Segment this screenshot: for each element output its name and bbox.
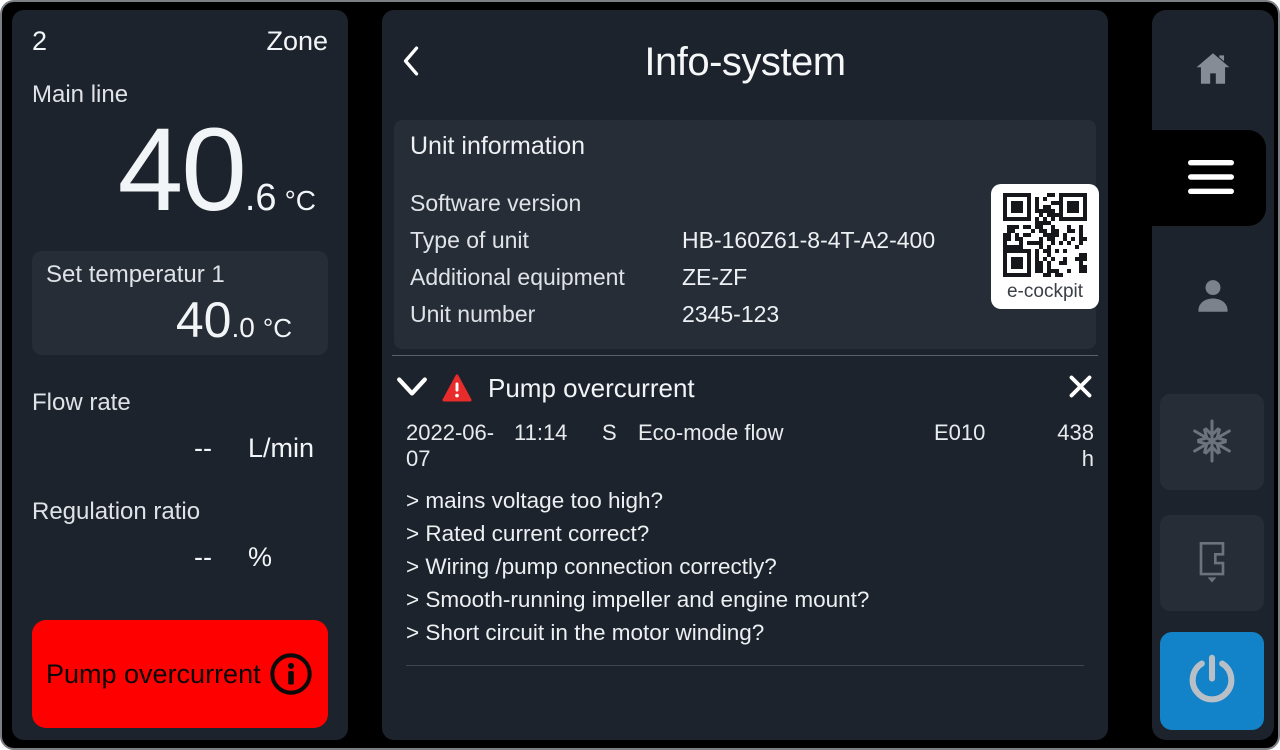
unit-information-title: Unit information [410, 132, 1080, 161]
regulation-ratio-unit: % [248, 542, 328, 573]
zone-label: Zone [266, 26, 328, 57]
alarm-title: Pump overcurrent [488, 373, 695, 404]
mold-button[interactable] [1160, 515, 1264, 611]
main-temp-unit: °C [285, 185, 316, 216]
qr-code-icon [1003, 264, 1087, 281]
regulation-ratio-label: Regulation ratio [32, 498, 328, 526]
flow-rate-unit: L/min [248, 433, 328, 464]
warning-triangle-icon [442, 374, 472, 402]
flow-rate-row: -- L/min [32, 433, 328, 464]
alarm-banner[interactable]: Pump overcurrent [32, 620, 328, 728]
power-icon [1183, 651, 1241, 712]
snowflake-icon [1189, 418, 1235, 467]
row-label: Software version [410, 190, 682, 217]
chevron-down-icon [396, 376, 428, 401]
back-button[interactable] [400, 40, 444, 84]
alarm-detail-section: Pump overcurrent 2022-06-07 11:14 S Eco-… [382, 356, 1108, 666]
info-row-additional-equipment: Additional equipment ZE-ZF [410, 259, 1080, 296]
info-row-unit-number: Unit number 2345-123 [410, 296, 1080, 333]
row-label: Additional equipment [410, 264, 682, 291]
set-temperature-label: Set temperatur 1 [46, 261, 314, 289]
row-label: Type of unit [410, 227, 682, 254]
menu-button[interactable] [1130, 130, 1266, 226]
set-temp-integer: 40 [176, 292, 232, 348]
set-temp-fraction: .0 [231, 312, 254, 343]
chevron-left-icon [400, 44, 422, 81]
power-button[interactable] [1160, 632, 1264, 730]
zone-header: 2 Zone [32, 26, 328, 57]
zone-number: 2 [32, 26, 47, 57]
flow-rate-value: -- [194, 433, 212, 464]
close-alarm-button[interactable] [1067, 373, 1094, 403]
info-icon[interactable] [268, 651, 314, 697]
flow-rate-label: Flow rate [32, 389, 328, 417]
check-item: > Rated current correct? [406, 517, 1094, 550]
alarm-banner-label: Pump overcurrent [46, 659, 261, 690]
alarm-status: S [602, 420, 638, 472]
set-temperature-value: 40.0 °C [46, 295, 314, 345]
zone-panel: 2 Zone Main line 40.6°C Set temperatur 1… [12, 10, 348, 740]
check-item: > mains voltage too high? [406, 484, 1094, 517]
alarm-mode: Eco-mode flow [638, 420, 934, 472]
set-temperature-card[interactable]: Set temperatur 1 40.0 °C [32, 251, 328, 355]
set-temp-unit: °C [263, 313, 292, 343]
home-button[interactable] [1152, 10, 1274, 130]
e-cockpit-qr[interactable]: e-cockpit [991, 184, 1099, 309]
user-icon [1190, 273, 1236, 322]
alarm-checklist: > mains voltage too high? > Rated curren… [396, 484, 1094, 649]
main-temp-fraction: .6 [245, 177, 277, 219]
check-item: > Wiring /pump connection correctly? [406, 550, 1094, 583]
unit-information-card: Unit information Software version Type o… [394, 120, 1096, 349]
page-title: Info-system [644, 40, 845, 85]
alarm-code: E010 [934, 420, 1042, 472]
mold-icon [1194, 540, 1230, 587]
regulation-ratio-row: -- % [32, 542, 328, 573]
home-icon [1191, 48, 1235, 93]
info-panel-header: Info-system [382, 10, 1108, 114]
main-temp-integer: 40 [118, 104, 245, 236]
separator [406, 665, 1084, 666]
info-system-panel: Info-system Unit information Software ve… [382, 10, 1108, 740]
sidebar [1152, 10, 1274, 740]
alarm-time: 11:14 [514, 420, 602, 472]
check-item: > Smooth-running impeller and engine mou… [406, 583, 1094, 616]
alarm-header-row: Pump overcurrent [396, 366, 1094, 410]
menu-icon [1175, 160, 1221, 197]
alarm-meta-row: 2022-06-07 11:14 S Eco-mode flow E010 43… [396, 420, 1094, 472]
check-item: > Short circuit in the motor winding? [406, 616, 1094, 649]
cooling-button[interactable] [1160, 394, 1264, 490]
row-label: Unit number [410, 301, 682, 328]
alarm-date: 2022-06-07 [406, 420, 514, 472]
main-temperature-display: 40.6°C [32, 111, 328, 229]
alarm-hours: 438 h [1042, 420, 1094, 472]
close-icon [1067, 373, 1094, 403]
info-row-software-version: Software version [410, 185, 1080, 222]
collapse-button[interactable] [396, 376, 432, 401]
user-button[interactable] [1152, 238, 1274, 356]
info-row-type-of-unit: Type of unit HB-160Z61-8-4T-A2-400 [410, 222, 1080, 259]
regulation-ratio-value: -- [194, 542, 212, 573]
qr-label: e-cockpit [1003, 281, 1087, 303]
device-screen: 2 Zone Main line 40.6°C Set temperatur 1… [0, 0, 1280, 750]
